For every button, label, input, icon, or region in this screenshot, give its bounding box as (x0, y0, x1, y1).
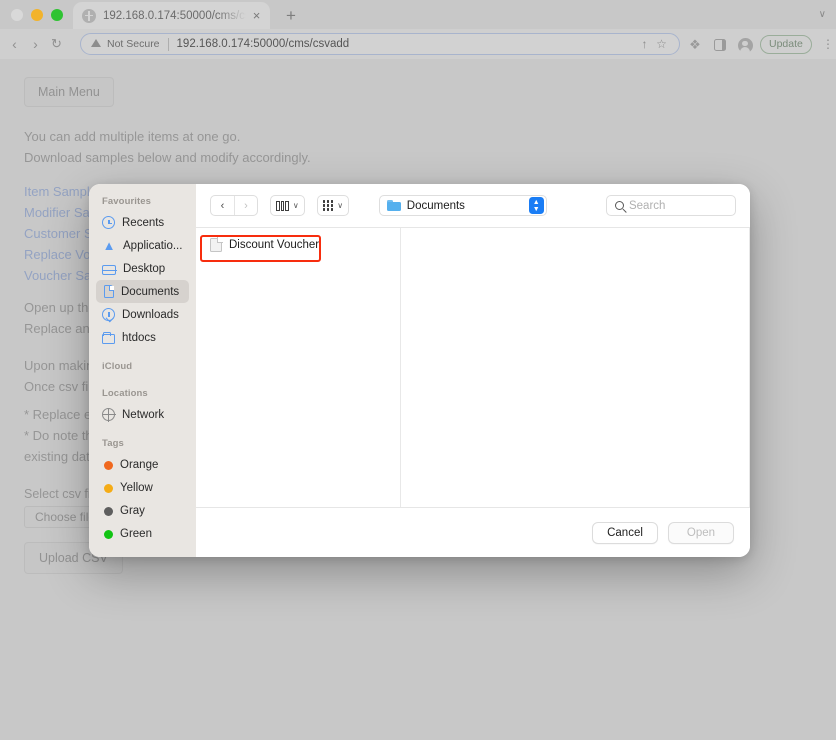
dialog-toolbar: ‹ › ∨ ∨ Documents ▲ ▼ Search (196, 184, 750, 228)
browser-menu-icon[interactable]: ⋮ (822, 37, 834, 51)
tab-title: 192.168.0.174:50000/cms/csva (103, 9, 249, 22)
tab-strip: 192.168.0.174:50000/cms/csva × + ∨ (0, 0, 836, 29)
network-globe-icon (102, 408, 116, 422)
cancel-button[interactable]: Cancel (592, 521, 658, 544)
sidebar-item-htdocs[interactable]: htdocs (96, 326, 189, 349)
sidebar-item-tag-orange[interactable]: Orange (96, 453, 189, 476)
url-text: 192.168.0.174:50000/cms/csvadd (176, 38, 350, 50)
up-down-stepper-icon[interactable]: ▲ ▼ (528, 197, 544, 214)
sidebar-item-label: Orange (120, 458, 159, 471)
sidebar-item-label: Recents (122, 216, 165, 229)
desktop-icon (102, 264, 117, 275)
side-panel-icon[interactable] (712, 37, 728, 53)
tag-dot-icon (104, 484, 113, 494)
path-popup-button[interactable]: Documents ▲ ▼ (378, 195, 547, 216)
browser-window: 192.168.0.174:50000/cms/csva × + ∨ ‹ › ↻… (0, 0, 836, 740)
chevron-down-icon[interactable]: ∨ (819, 9, 826, 20)
open-button: Open (668, 521, 734, 544)
sidebar-item-label: Documents (121, 285, 180, 298)
file-column-preview (401, 228, 750, 507)
sidebar-group-tags-label: Tags (102, 438, 124, 449)
main-menu-button[interactable]: Main Menu (24, 77, 114, 107)
sidebar-item-label: htdocs (122, 331, 156, 344)
browser-tab[interactable]: 192.168.0.174:50000/cms/csva × (73, 2, 270, 29)
dialog-forward-button[interactable]: › (234, 196, 257, 215)
sidebar-item-recents[interactable]: Recents (96, 211, 189, 234)
document-icon (104, 285, 114, 298)
sidebar-item-tag-yellow[interactable]: Yellow (96, 476, 189, 499)
file-picker-dialog: Favourites Recents ▲ Applicatio... Deskt… (89, 184, 750, 557)
sidebar-item-desktop[interactable]: Desktop (96, 257, 189, 280)
dialog-back-button[interactable]: ‹ (211, 196, 234, 215)
sidebar-item-label: Network (122, 408, 165, 421)
globe-icon (82, 8, 96, 23)
applications-icon: ▲ (102, 237, 116, 253)
sidebar-group-favourites-label: Favourites (102, 196, 152, 207)
forward-button[interactable]: › (27, 36, 44, 53)
tag-dot-icon (104, 530, 113, 540)
group-view-icon (322, 200, 334, 211)
clock-icon (102, 216, 115, 229)
sidebar-group-icloud-label: iCloud (102, 361, 133, 372)
folder-icon (386, 200, 401, 211)
extensions-puzzle-icon[interactable]: ❖ (687, 37, 703, 53)
tag-dot-icon (104, 461, 113, 471)
chevron-down-icon: ∨ (292, 201, 299, 210)
address-bar[interactable]: Not Secure 192.168.0.174:50000/cms/csvad… (80, 33, 680, 55)
sidebar-item-downloads[interactable]: Downloads (96, 303, 189, 326)
warning-triangle-icon (91, 39, 101, 47)
file-column-primary[interactable]: Discount Voucher (196, 228, 401, 507)
view-columns-button[interactable]: ∨ (270, 195, 305, 216)
sidebar-item-applications[interactable]: ▲ Applicatio... (96, 234, 189, 257)
intro-line-1: You can add multiple items at one go. (24, 129, 241, 144)
intro-text: You can add multiple items at one go. Do… (24, 126, 311, 168)
sidebar-group-locations-label: Locations (102, 388, 148, 399)
download-icon (102, 308, 115, 321)
view-group-button[interactable]: ∨ (316, 195, 350, 216)
reload-button[interactable]: ↻ (48, 36, 65, 53)
minimize-window-button[interactable] (31, 9, 43, 21)
file-list-item[interactable]: Discount Voucher (204, 234, 392, 255)
dialog-sidebar: Favourites Recents ▲ Applicatio... Deskt… (89, 184, 196, 557)
bookmark-star-icon[interactable]: ☆ (653, 37, 670, 51)
tag-dot-icon (104, 507, 113, 517)
file-icon (210, 237, 223, 252)
sidebar-item-label: Yellow (120, 481, 153, 494)
sidebar-item-label: Downloads (122, 308, 179, 321)
dialog-footer: Cancel Open (196, 507, 750, 557)
dialog-search-field[interactable]: Search (605, 195, 736, 216)
sidebar-item-label: Gray (120, 504, 145, 517)
maximize-window-button[interactable] (51, 9, 63, 21)
window-traffic-lights (11, 9, 63, 21)
profile-avatar-icon[interactable] (737, 37, 753, 53)
close-window-button[interactable] (11, 9, 23, 21)
search-placeholder: Search (628, 199, 666, 212)
update-button[interactable]: Update (760, 35, 812, 54)
folder-icon (102, 332, 115, 344)
share-icon[interactable]: ↑ (636, 37, 653, 51)
column-view-icon (276, 200, 289, 211)
security-status-label: Not Secure (107, 38, 160, 50)
chevron-down-icon: ∨ (337, 201, 344, 210)
dialog-nav-segmented-control[interactable]: ‹ › (210, 195, 258, 216)
close-icon[interactable]: × (249, 8, 264, 23)
search-icon (614, 201, 624, 210)
divider (167, 37, 169, 51)
sidebar-item-tag-gray[interactable]: Gray (96, 499, 189, 522)
browser-toolbar: ‹ › ↻ Not Secure 192.168.0.174:50000/cms… (0, 29, 836, 59)
back-button[interactable]: ‹ (6, 36, 23, 53)
dialog-file-browser: Discount Voucher (196, 228, 750, 507)
sidebar-item-network[interactable]: Network (96, 403, 189, 426)
new-tab-button[interactable]: + (281, 6, 301, 26)
current-folder-label: Documents (406, 199, 465, 212)
dialog-main: ‹ › ∨ ∨ Documents ▲ ▼ Search Discount Vo… (196, 184, 750, 557)
sidebar-item-label: Desktop (123, 262, 166, 275)
file-name-label: Discount Voucher (229, 238, 320, 251)
intro-line-2: Download samples below and modify accord… (24, 150, 311, 165)
sidebar-item-tag-green[interactable]: Green (96, 522, 189, 545)
sidebar-item-documents[interactable]: Documents (96, 280, 189, 303)
sidebar-item-label: Applicatio... (123, 239, 183, 252)
sidebar-item-label: Green (120, 527, 152, 540)
